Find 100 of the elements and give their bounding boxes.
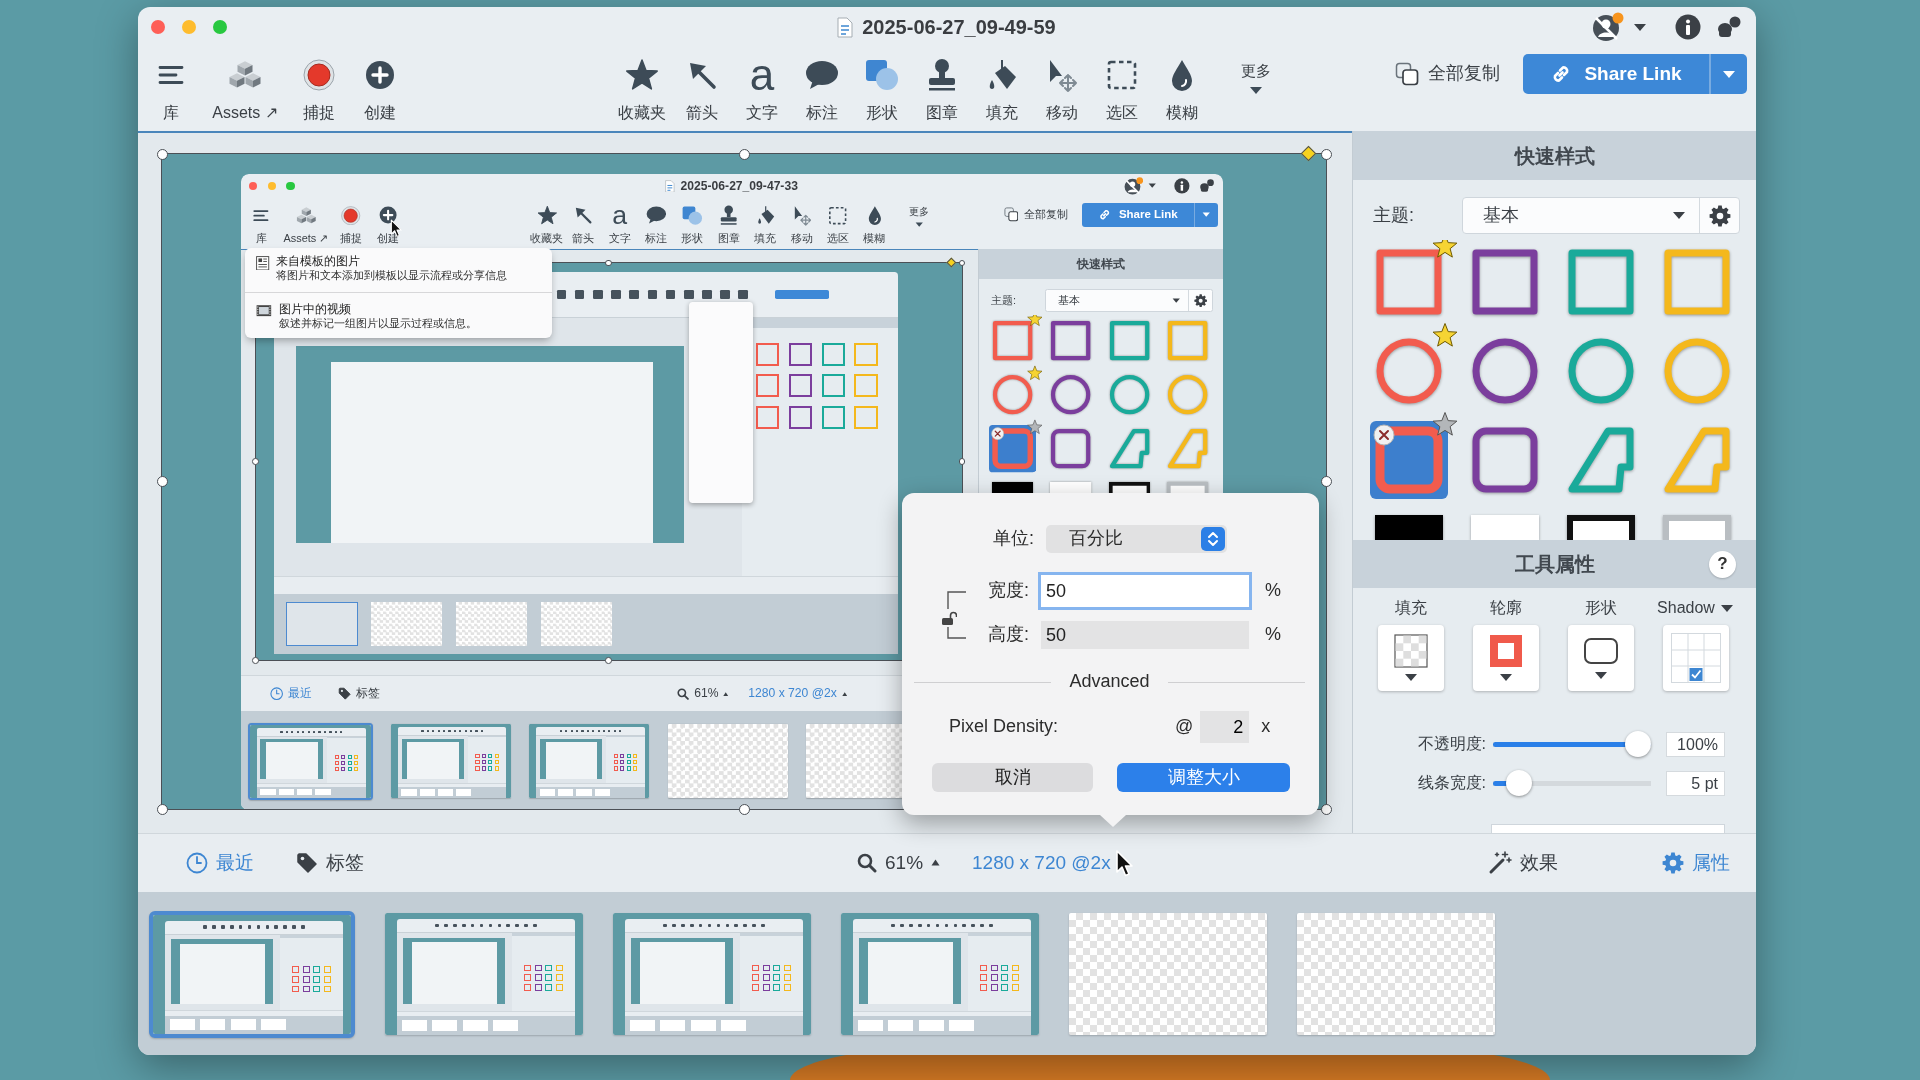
resize-handle[interactable] (605, 259, 613, 267)
diamond-handle[interactable] (946, 257, 957, 268)
fill-button[interactable] (1377, 625, 1444, 691)
resize-handle[interactable] (156, 476, 168, 487)
style-swatch[interactable] (1567, 515, 1635, 540)
dropdown-field[interactable] (1491, 824, 1725, 833)
capture-button[interactable]: 捕捉 (294, 56, 344, 123)
remove-icon[interactable] (990, 427, 1005, 441)
transparent-thumbnail[interactable] (1297, 913, 1495, 1035)
style-swatch[interactable] (1375, 337, 1443, 405)
star-icon[interactable] (1026, 365, 1043, 381)
menu-item[interactable]: 图片中的视频 叙述并标记一组图片以显示过程或信息。 (245, 297, 552, 335)
zoom-button[interactable]: 61% (857, 851, 941, 875)
style-swatch[interactable] (1663, 515, 1731, 540)
style-swatch[interactable] (1108, 428, 1150, 470)
screenshot-thumbnail[interactable] (613, 913, 811, 1035)
selection-tool[interactable]: 选区 (819, 203, 857, 244)
share-options-button[interactable] (1194, 202, 1218, 227)
info-icon[interactable] (1675, 14, 1701, 40)
library-button[interactable]: 库 (146, 56, 196, 123)
cancel-button[interactable]: 取消 (932, 763, 1093, 792)
screenshot-thumbnail[interactable] (285, 602, 358, 646)
resize-handle[interactable] (1320, 476, 1332, 487)
tags-button[interactable]: 标签 (337, 686, 380, 701)
selection-tool[interactable]: 选区 (1092, 56, 1152, 123)
screenshot-thumbnail[interactable] (390, 723, 512, 798)
menu-item[interactable]: 来自模板的图片 将图片和文本添加到模板以显示流程或分享信息 (245, 249, 552, 287)
resize-handle[interactable] (738, 803, 750, 815)
effects-button[interactable]: 效果 (1488, 851, 1558, 875)
text-tool[interactable]: a 文字 (601, 203, 638, 244)
style-swatch[interactable] (1050, 320, 1092, 362)
resize-handle[interactable] (958, 259, 966, 267)
stamp-tool[interactable]: 图章 (912, 56, 972, 123)
profile-icon[interactable] (1592, 12, 1624, 42)
assets-button[interactable]: Assets ↗ (282, 203, 329, 244)
style-swatch[interactable] (1375, 248, 1443, 316)
style-swatch[interactable] (1050, 428, 1092, 470)
more-button[interactable]: 更多 (901, 203, 938, 244)
copy-all-button[interactable]: 全部复制 (1003, 207, 1068, 222)
blur-tool[interactable]: 模糊 (1152, 56, 1212, 123)
remove-icon[interactable] (1373, 424, 1395, 446)
more-button[interactable]: 更多 (1226, 56, 1286, 123)
theme-dropdown[interactable]: 基本 (1044, 289, 1214, 312)
people-icon[interactable] (1198, 179, 1215, 193)
capture-button[interactable]: 捕捉 (335, 203, 366, 244)
close-button[interactable] (151, 20, 165, 34)
tags-button[interactable]: 标签 (296, 851, 364, 875)
slider-thumb[interactable] (1625, 731, 1651, 757)
value-field[interactable]: 5 pt (1666, 770, 1725, 796)
stamp-tool[interactable]: 图章 (710, 203, 748, 244)
outline-button[interactable] (1472, 625, 1539, 691)
style-swatch[interactable] (1567, 248, 1635, 316)
resize-handle[interactable] (252, 458, 259, 466)
number-field[interactable]: 50 (1041, 575, 1249, 607)
move-tool[interactable]: 移动 (1032, 56, 1092, 123)
resize-button[interactable]: 调整大小 (1117, 763, 1290, 792)
style-swatch[interactable] (1471, 515, 1539, 540)
style-swatch[interactable] (1567, 426, 1635, 494)
shadow-dropdown[interactable]: Shadow (1657, 598, 1734, 618)
create-button[interactable]: 创建 (372, 203, 403, 244)
transparent-thumbnail[interactable] (667, 723, 788, 798)
lock-icon[interactable] (941, 611, 957, 625)
resize-handle[interactable] (958, 458, 966, 466)
blur-tool[interactable]: 模糊 (856, 203, 893, 244)
style-swatch[interactable] (1567, 337, 1635, 405)
help-button[interactable]: ? (1709, 550, 1736, 578)
transparent-thumbnail[interactable] (1069, 913, 1267, 1035)
style-swatch[interactable] (1108, 320, 1150, 362)
info-icon[interactable] (1173, 178, 1190, 194)
transparent-thumbnail[interactable] (455, 602, 528, 646)
resize-handle[interactable] (738, 148, 750, 160)
arrow-tool[interactable]: 箭头 (565, 203, 602, 244)
density-field[interactable]: 2 (1200, 711, 1250, 743)
star-icon[interactable] (1432, 240, 1458, 259)
library-button[interactable]: 库 (245, 203, 277, 244)
gear-icon[interactable] (1708, 204, 1731, 227)
zoom-button[interactable] (286, 181, 295, 191)
transparent-thumbnail[interactable] (370, 602, 443, 646)
style-swatch[interactable] (1050, 374, 1092, 416)
shape-button[interactable] (1567, 625, 1634, 691)
share-link-button[interactable]: Share Link (1523, 54, 1709, 94)
move-tool[interactable]: 移动 (783, 203, 820, 244)
transparent-thumbnail[interactable] (540, 602, 613, 646)
star-icon[interactable] (1432, 411, 1458, 437)
screenshot-thumbnail[interactable] (247, 722, 373, 800)
number-field[interactable]: 50 (1041, 621, 1249, 649)
favorites-tool[interactable]: 收藏夹 (528, 203, 566, 244)
style-swatch[interactable] (1370, 421, 1448, 499)
style-swatch[interactable] (992, 374, 1034, 416)
assets-button[interactable]: Assets ↗ (207, 56, 283, 123)
resize-handle[interactable] (1320, 803, 1332, 815)
people-icon[interactable] (1716, 16, 1742, 38)
screenshot-thumbnail[interactable] (385, 913, 583, 1035)
star-icon[interactable] (1432, 322, 1458, 348)
zoom-button[interactable]: 61% (677, 686, 729, 701)
gear-icon[interactable] (1193, 293, 1208, 308)
slider-thumb[interactable] (1506, 770, 1533, 796)
style-swatch[interactable] (1471, 248, 1539, 316)
zoom-button[interactable] (213, 20, 227, 34)
resize-handle[interactable] (156, 803, 168, 815)
